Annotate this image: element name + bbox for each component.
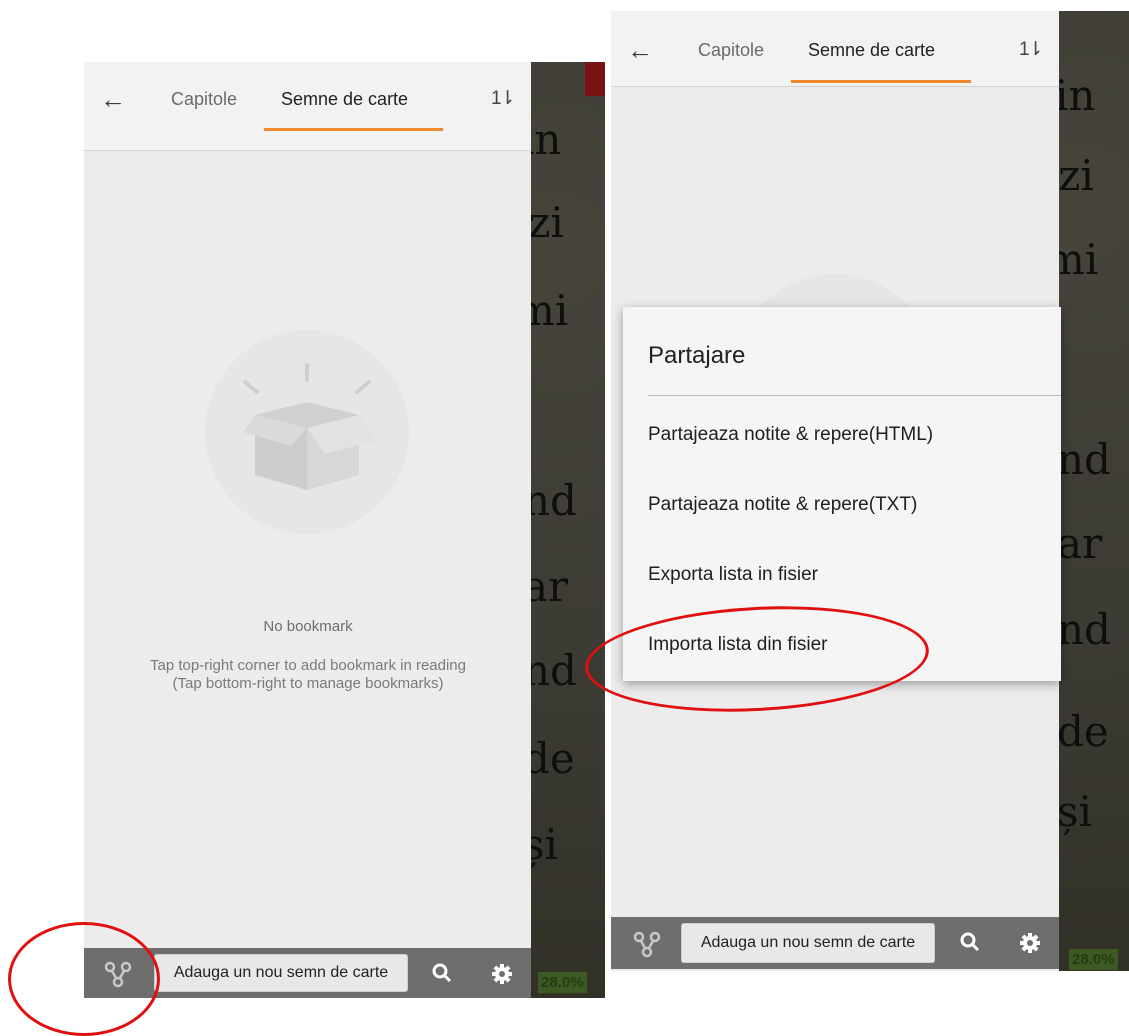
bottom-toolbar: Adauga un nou semn de carte (611, 917, 1059, 969)
menu-item-share-txt[interactable]: Partajeaza notite & repere(TXT) (648, 494, 917, 516)
gear-icon[interactable] (1015, 928, 1045, 958)
book-word: nd (1057, 605, 1111, 654)
left-screenshot: in ozi mi nd ar nd de și 28.0% ← Capitol… (84, 62, 605, 998)
tab-capitole[interactable]: Capitole (171, 90, 237, 108)
highlight-oval-share (8, 922, 160, 1036)
book-word: in (1055, 71, 1096, 120)
search-icon[interactable] (428, 959, 458, 989)
tab-capitole[interactable]: Capitole (698, 41, 764, 59)
active-tab-indicator (791, 80, 971, 83)
book-word: ar (1057, 519, 1103, 568)
menu-item-export-list[interactable]: Exporta lista in fisier (648, 564, 818, 586)
progress-label: 28.0% (538, 972, 587, 993)
arrow-left-icon[interactable]: ← (100, 86, 126, 112)
add-bookmark-button[interactable]: Adauga un nou semn de carte (681, 923, 935, 963)
book-word: nd (1057, 435, 1111, 484)
empty-hint-line2: (Tap bottom-right to manage bookmarks) (172, 675, 444, 692)
menu-divider (648, 395, 1061, 396)
bookmark-ribbon (585, 62, 605, 96)
active-tab-indicator (264, 128, 443, 131)
empty-hint-line1: Tap top-right corner to add bookmark in … (149, 657, 466, 674)
empty-title: No bookmark (263, 618, 353, 635)
book-page: in ozi mi nd ar nd de și 28.0% (1033, 11, 1129, 971)
drawer-header: ← Capitole Semne de carte 1⇂ (611, 11, 1059, 87)
book-page: in ozi mi nd ar nd de și 28.0% (503, 62, 605, 998)
arrow-left-icon[interactable]: ← (627, 37, 653, 63)
sort-icon[interactable]: 1⇂ (491, 87, 515, 110)
tab-semne-de-carte[interactable]: Semne de carte (808, 41, 935, 59)
gear-icon[interactable] (487, 959, 517, 989)
empty-illustration (205, 330, 409, 534)
right-screenshot: in ozi mi nd ar nd de și 28.0% ← Capitol… (611, 11, 1129, 971)
sort-icon[interactable]: 1⇂ (1019, 38, 1043, 61)
book-word: nd (523, 476, 577, 525)
share-icon[interactable] (627, 923, 667, 963)
book-word: și (1057, 787, 1092, 836)
search-icon[interactable] (956, 928, 986, 958)
drawer-header: ← Capitole Semne de carte 1⇂ (84, 62, 531, 151)
menu-item-share-html[interactable]: Partajeaza notite & repere(HTML) (648, 424, 933, 446)
open-box-icon (243, 363, 377, 490)
menu-title: Partajare (648, 342, 746, 369)
add-bookmark-button[interactable]: Adauga un nou semn de carte (154, 954, 408, 992)
book-word: de (1057, 707, 1109, 756)
progress-label: 28.0% (1069, 949, 1118, 970)
tab-semne-de-carte[interactable]: Semne de carte (281, 90, 408, 108)
bookmarks-drawer: ← Capitole Semne de carte 1⇂ No bookmark (84, 62, 531, 998)
